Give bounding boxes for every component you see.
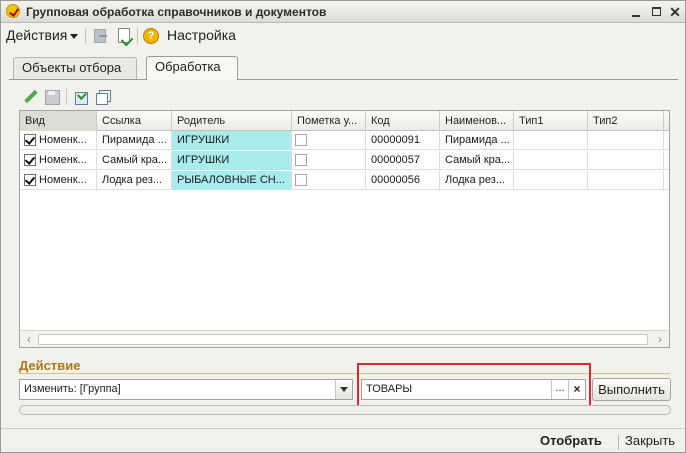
main-toolbar: Действия ? Настройка <box>1 24 685 48</box>
cell-parent: РЫБАЛОВНЫЕ СН... <box>172 171 292 190</box>
cell-vid: Номенк... <box>20 131 97 150</box>
document-check-icon[interactable] <box>115 27 133 45</box>
column-header-link[interactable]: Ссылка <box>97 111 172 131</box>
uncheck-all-icon[interactable] <box>95 89 111 105</box>
mark-checkbox[interactable] <box>295 174 307 186</box>
column-header-type2[interactable]: Тип2 <box>588 111 664 131</box>
cell-type2 <box>588 131 664 150</box>
column-header-extra <box>664 111 669 131</box>
toolbar-divider <box>85 28 86 44</box>
app-logo-icon <box>6 4 20 18</box>
column-header-parent[interactable]: Родитель <box>172 111 292 131</box>
cell-mark <box>292 151 366 170</box>
cell-type2 <box>588 151 664 170</box>
cell-type1 <box>514 171 588 190</box>
cell-mark <box>292 171 366 190</box>
toolbar-divider <box>137 28 138 44</box>
row-checkbox[interactable] <box>24 174 36 186</box>
cell-name: Лодка рез... <box>440 171 514 190</box>
cell-vid-text: Номенк... <box>39 154 87 166</box>
actions-menu[interactable]: Действия <box>6 27 79 43</box>
minimize-icon <box>632 14 640 17</box>
title-bar: Групповая обработка справочников и докум… <box>1 1 685 23</box>
column-header-vid[interactable]: Вид <box>20 111 97 131</box>
cell-link: Пирамида ... <box>97 131 172 150</box>
column-header-name[interactable]: Наименов... <box>440 111 514 131</box>
maximize-button[interactable] <box>647 3 665 20</box>
actions-label: Действия <box>6 27 68 43</box>
help-icon[interactable]: ? <box>143 28 159 44</box>
pencil-icon[interactable] <box>23 89 39 105</box>
table-row[interactable]: Номенк... Лодка рез... РЫБАЛОВНЫЕ СН... … <box>20 171 669 190</box>
action-select-value: Изменить: [Группа] <box>24 383 121 395</box>
save-icon[interactable] <box>44 89 60 105</box>
close-window-button[interactable]: ✕ <box>666 3 684 20</box>
cell-vid-text: Номенк... <box>39 134 87 146</box>
footer-separator <box>618 435 619 449</box>
window-title: Групповая обработка справочников и докум… <box>26 5 327 19</box>
action-section-label: Действие <box>19 358 81 373</box>
scroll-thumb[interactable] <box>38 334 648 345</box>
mark-checkbox[interactable] <box>295 154 307 166</box>
cell-link: Самый кра... <box>97 151 172 170</box>
run-button[interactable]: Выполнить <box>592 378 671 401</box>
close-button[interactable]: Закрыть <box>625 433 675 448</box>
table-row[interactable]: Номенк... Самый кра... ИГРУШКИ 00000057 … <box>20 151 669 170</box>
cell-name: Самый кра... <box>440 151 514 170</box>
row-checkbox[interactable] <box>24 134 36 146</box>
grid-toolbar-divider <box>66 89 67 105</box>
maximize-icon <box>651 7 661 16</box>
column-header-type1[interactable]: Тип1 <box>514 111 588 131</box>
chevron-down-icon[interactable] <box>335 380 352 399</box>
scroll-right-icon[interactable]: › <box>653 332 667 346</box>
chevron-down-icon <box>70 33 79 39</box>
move-icon[interactable] <box>91 27 109 45</box>
cell-name: Пирамида ... <box>440 131 514 150</box>
column-header-code[interactable]: Код <box>366 111 440 131</box>
cell-code: 00000091 <box>366 131 440 150</box>
tab-processing[interactable]: Обработка <box>146 56 238 80</box>
cell-type1 <box>514 131 588 150</box>
tab-selection-objects[interactable]: Объекты отбора <box>13 57 137 79</box>
cell-vid: Номенк... <box>20 151 97 170</box>
objects-table[interactable]: Вид Ссылка Родитель Пометка у... Код Наи… <box>19 110 670 348</box>
select-button[interactable]: Отобрать <box>540 433 602 448</box>
table-row[interactable]: Номенк... Пирамида ... ИГРУШКИ 00000091 … <box>20 131 669 150</box>
action-select[interactable]: Изменить: [Группа] <box>19 379 353 400</box>
table-header: Вид Ссылка Родитель Пометка у... Код Наи… <box>20 111 669 131</box>
check-all-icon[interactable] <box>72 89 88 105</box>
cell-vid: Номенк... <box>20 171 97 190</box>
row-checkbox[interactable] <box>24 154 36 166</box>
cell-link: Лодка рез... <box>97 171 172 190</box>
settings-button[interactable]: Настройка <box>167 27 236 43</box>
cell-parent: ИГРУШКИ <box>172 151 292 170</box>
cell-type2 <box>588 171 664 190</box>
cell-vid-text: Номенк... <box>39 174 87 186</box>
horizontal-scrollbar[interactable]: ‹ › <box>20 330 669 347</box>
cell-mark <box>292 131 366 150</box>
scroll-left-icon[interactable]: ‹ <box>22 332 36 346</box>
progress-bar <box>19 405 671 415</box>
cell-code: 00000057 <box>366 151 440 170</box>
dialog-window: Групповая обработка справочников и докум… <box>0 0 686 453</box>
footer-divider <box>1 428 685 429</box>
cell-type1 <box>514 151 588 170</box>
mark-checkbox[interactable] <box>295 134 307 146</box>
column-header-mark[interactable]: Пометка у... <box>292 111 366 131</box>
cell-parent: ИГРУШКИ <box>172 131 292 150</box>
cell-code: 00000056 <box>366 171 440 190</box>
minimize-button[interactable] <box>627 3 645 20</box>
